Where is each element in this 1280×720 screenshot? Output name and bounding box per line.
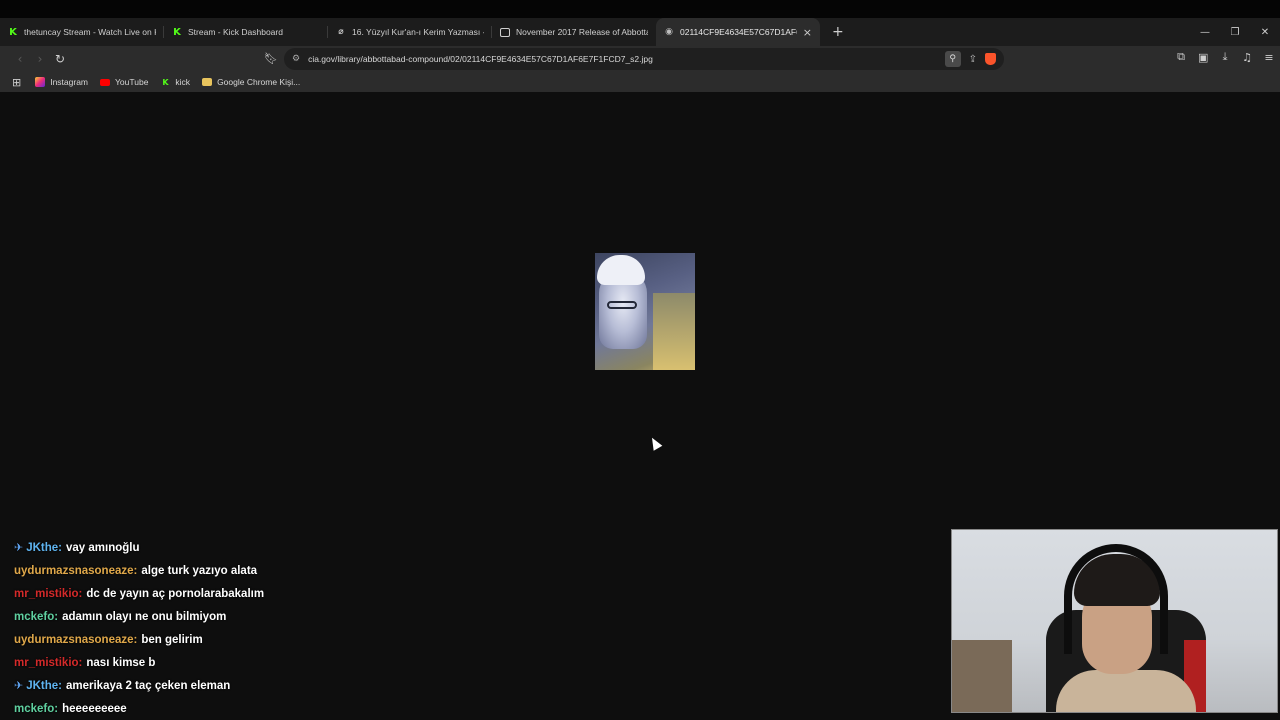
chat-text: vay amınoğlu <box>66 541 140 554</box>
bookmark-instagram[interactable]: Instagram <box>35 77 88 87</box>
image-glasses <box>607 301 637 309</box>
address-bar[interactable]: ⚙ cia.gov/library/abbottabad-compound/02… <box>284 48 1004 70</box>
tab-cia-image[interactable]: ◉ 02114CF9E4634E57C67D1AF6E7 × <box>656 18 820 46</box>
chat-text: nası kimse b <box>86 656 156 669</box>
chat-username: uydurmazsnasoneaze: <box>14 633 138 646</box>
bookmark-label: Google Chrome Kişi... <box>217 77 301 87</box>
bookmark-kick[interactable]: K kick <box>160 77 190 87</box>
tab-title: 16. Yüzyıl Kur'an-ı Kerim Yazması - G <box>352 27 484 37</box>
chat-message: ✈ JKthe: amerikaya 2 taç çeken eleman <box>14 674 614 697</box>
apps-icon[interactable]: ⊞ <box>12 76 21 89</box>
bookmark-folder[interactable]: Google Chrome Kişi... <box>202 77 300 87</box>
bookmark-label: YouTube <box>115 77 149 87</box>
webcam-person-body <box>1056 670 1196 712</box>
tab-abbottabad-release[interactable]: November 2017 Release of Abbottab <box>492 18 656 46</box>
tab-title: thetuncay Stream - Watch Live on Ki <box>24 27 156 37</box>
document-icon <box>500 27 510 37</box>
chat-username: mr_mistikio: <box>14 587 83 600</box>
zoom-icon[interactable]: ⚲ <box>944 51 961 67</box>
chat-username: JKthe: <box>26 679 62 692</box>
bookmark-label: kick <box>175 77 191 87</box>
bookmark-page-icon[interactable]: 🔖︎ <box>264 52 278 65</box>
chat-username: JKthe: <box>26 541 62 554</box>
webcam-overlay <box>951 529 1278 713</box>
chat-text: ben gelirim <box>141 633 203 646</box>
chat-text: alge turk yazıyo alata <box>141 564 258 577</box>
sidebar-icon[interactable]: ▣ <box>1198 51 1208 64</box>
media-icon[interactable]: ♫ <box>1242 51 1252 64</box>
url-text[interactable]: cia.gov/library/abbottabad-compound/02/0… <box>308 54 945 64</box>
site-info-icon[interactable]: ⚙ <box>292 54 300 64</box>
toolbar-right: ⧉ ▣ ⤓ ♫ ≡ <box>1176 50 1274 64</box>
chat-username: mckefo: <box>14 702 59 715</box>
tab-title: Stream - Kick Dashboard <box>188 27 283 37</box>
chat-message: mr_mistikio: dc de yayın aç pornolarabak… <box>14 582 614 605</box>
chat-message: uydurmazsnasoneaze: ben gelirim <box>14 628 614 651</box>
new-tab-button[interactable]: + <box>832 24 844 40</box>
tab-title: November 2017 Release of Abbottab <box>516 27 648 37</box>
chat-text: adamın olayı ne onu bilmiyom <box>62 610 227 623</box>
tab-thetuncay-stream[interactable]: K thetuncay Stream - Watch Live on Ki <box>0 18 164 46</box>
tab-kuran-yazmasi[interactable]: ⌀ 16. Yüzyıl Kur'an-ı Kerim Yazması - G <box>328 18 492 46</box>
cia-icon: ◉ <box>665 27 673 37</box>
chat-message: mckefo: adamın olayı ne onu bilmiyom <box>14 605 614 628</box>
chat-message: uydurmazsnasoneaze: alge turk yazıyo ala… <box>14 559 614 582</box>
extensions-icon[interactable]: ⧉ <box>1176 50 1186 64</box>
chat-username: uydurmazsnasoneaze: <box>14 564 138 577</box>
reload-icon[interactable]: ↻ <box>50 52 70 66</box>
kick-icon: K <box>162 77 169 87</box>
youtube-icon <box>100 78 111 86</box>
generic-icon: ⌀ <box>338 27 344 37</box>
image-background <box>653 293 695 370</box>
brave-shields-icon[interactable] <box>985 53 996 65</box>
chat-text: amerikaya 2 taç çeken eleman <box>66 679 231 692</box>
viewed-image[interactable] <box>595 253 695 370</box>
close-icon[interactable]: × <box>803 26 812 39</box>
share-icon[interactable]: ⇪ <box>969 54 977 65</box>
chat-message: mckefo: heeeeeeeee <box>14 697 614 720</box>
forward-icon[interactable]: › <box>30 52 50 66</box>
kick-icon: K <box>173 26 181 38</box>
browser-toolbar: ‹ › ↻ 🔖︎ ⚙ cia.gov/library/abbottabad-co… <box>0 46 1280 72</box>
folder-icon <box>202 78 213 86</box>
back-icon[interactable]: ‹ <box>10 52 30 66</box>
tab-kick-dashboard[interactable]: K Stream - Kick Dashboard <box>164 18 328 46</box>
menu-icon[interactable]: ≡ <box>1264 51 1274 64</box>
image-turban <box>597 255 645 285</box>
chat-text: heeeeeeeee <box>62 702 127 715</box>
minimize-icon[interactable]: — <box>1190 27 1220 38</box>
tab-strip: K thetuncay Stream - Watch Live on Ki K … <box>0 18 1280 46</box>
webcam-door <box>952 640 1012 712</box>
chat-username: mr_mistikio: <box>14 656 83 669</box>
close-window-icon[interactable]: ✕ <box>1250 27 1280 38</box>
download-icon[interactable]: ⤓ <box>1220 50 1230 64</box>
chat-text: dc de yayın aç pornolarabakalım <box>86 587 265 600</box>
bookmarks-bar: ⊞ Instagram YouTube K kick Google Chrome… <box>0 72 1280 92</box>
tab-title: 02114CF9E4634E57C67D1AF6E7 <box>680 27 797 37</box>
verified-badge-icon: ✈ <box>14 679 24 692</box>
chat-message: ✈ JKthe: vay amınoğlu <box>14 536 614 559</box>
restore-icon[interactable]: ❐ <box>1220 27 1250 38</box>
instagram-icon <box>35 77 46 87</box>
verified-badge-icon: ✈ <box>14 541 24 554</box>
stream-chat-overlay: ✈ JKthe: vay amınoğlu uydurmazsnasoneaze… <box>14 536 614 720</box>
kick-icon: K <box>9 26 17 38</box>
window-controls: — ❐ ✕ <box>1190 18 1280 46</box>
chat-username: mckefo: <box>14 610 59 623</box>
headset-icon <box>1064 544 1168 654</box>
bookmark-label: Instagram <box>50 77 89 87</box>
chat-message: mr_mistikio: nası kimse b <box>14 651 614 674</box>
window-titlebar <box>0 0 1280 18</box>
bookmark-youtube[interactable]: YouTube <box>100 77 148 87</box>
